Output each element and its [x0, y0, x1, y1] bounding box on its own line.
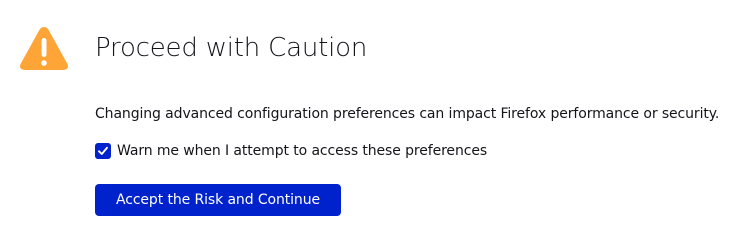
page-title: Proceed with Caution	[95, 33, 368, 63]
warning-exclamation-dot	[41, 60, 47, 66]
warning-exclamation-bar	[41, 38, 47, 57]
warn-checkbox-label: Warn me when I attempt to access these p…	[117, 143, 488, 159]
warn-checkbox[interactable]	[95, 143, 111, 159]
warn-checkbox-row[interactable]: Warn me when I attempt to access these p…	[95, 141, 487, 161]
warning-icon	[18, 24, 70, 72]
accept-risk-button[interactable]: Accept the Risk and Continue	[95, 184, 341, 216]
warning-description: Changing advanced configuration preferen…	[95, 106, 720, 122]
checkmark-icon	[98, 146, 108, 155]
